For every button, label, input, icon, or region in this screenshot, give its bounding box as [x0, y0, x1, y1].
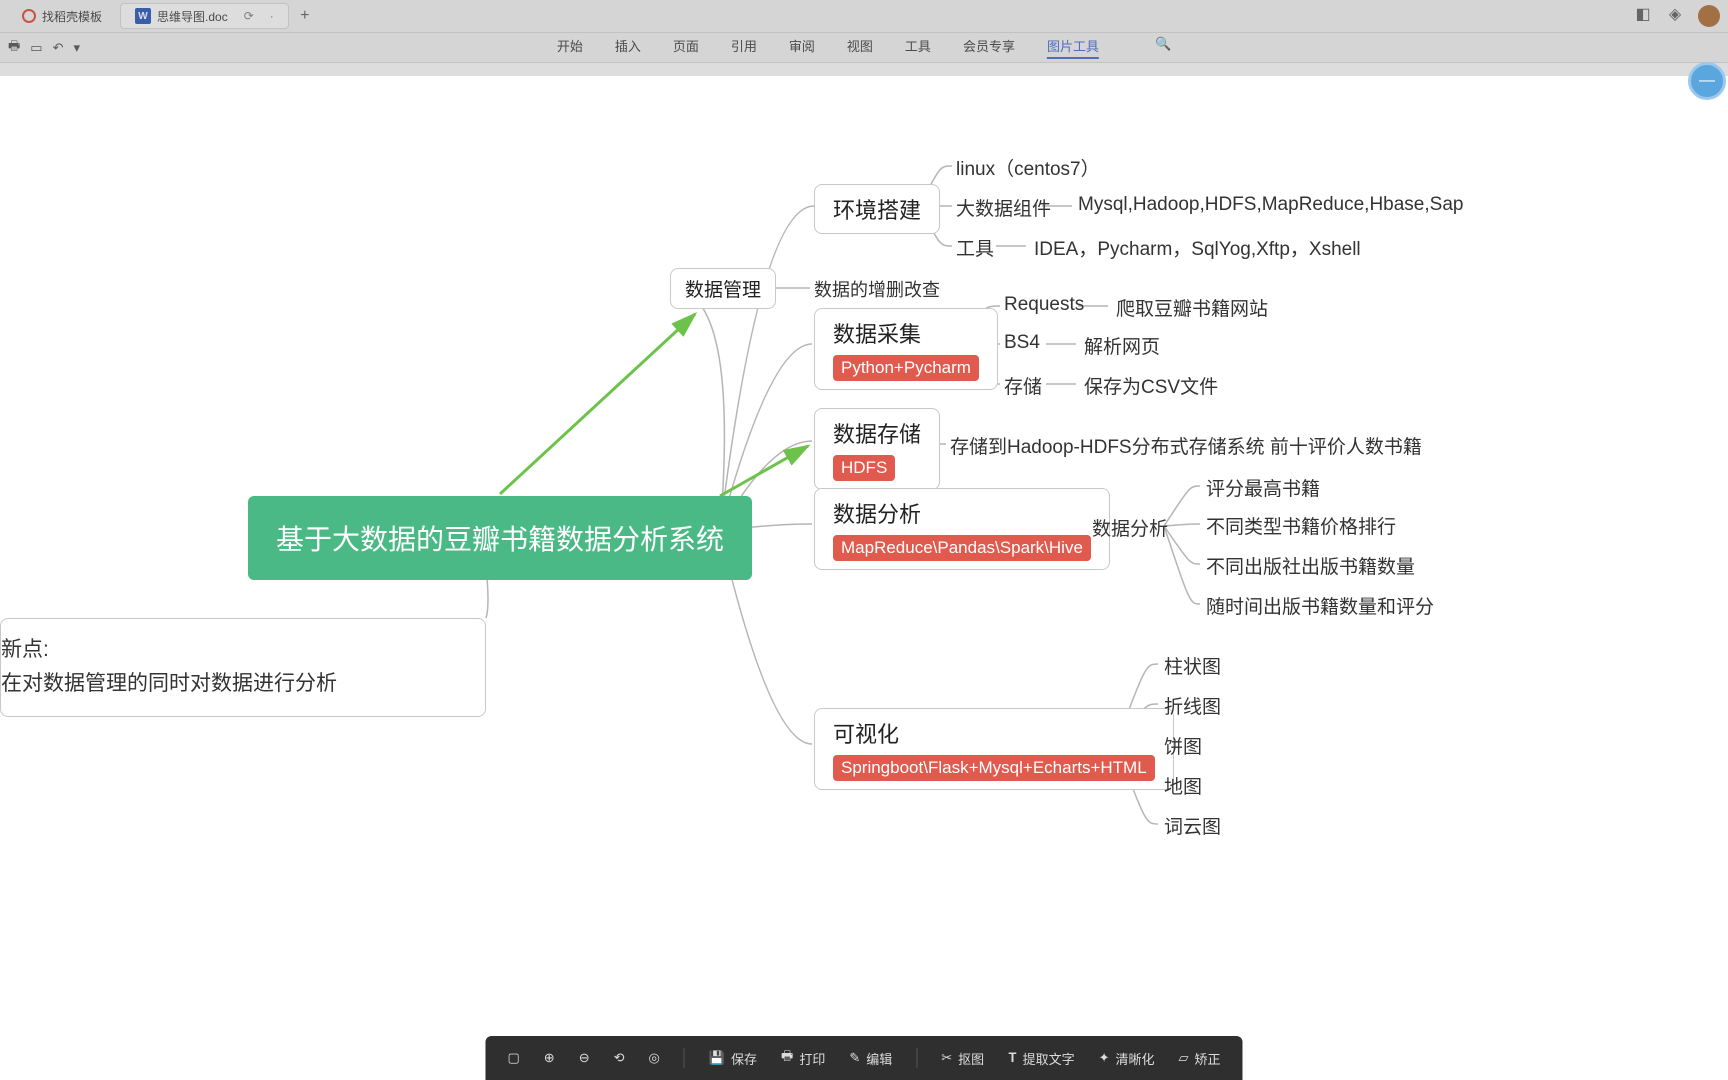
- leaf-req-val[interactable]: 爬取豆瓣书籍网站: [1116, 294, 1268, 321]
- menu-ref[interactable]: 引用: [731, 36, 757, 59]
- node-analysis[interactable]: 数据分析 MapReduce\Pandas\Spark\Hive: [814, 488, 1110, 570]
- mindmap-canvas[interactable]: 基于大数据的豆瓣书籍数据分析系统 新点: 在对数据管理的同时对数据进行分析 环境…: [0, 76, 1728, 1036]
- leaf-crud[interactable]: 数据的增删改查: [814, 276, 940, 302]
- enhance-button[interactable]: ✦ 清晰化: [1099, 1049, 1155, 1068]
- print-icon[interactable]: 🖶: [8, 37, 20, 59]
- save-button[interactable]: 💾 保存: [709, 1049, 757, 1068]
- innov-body: 在对数据管理的同时对数据进行分析: [1, 667, 463, 701]
- node-env-title: 环境搭建: [833, 198, 921, 223]
- badge-collect: Python+Pycharm: [833, 355, 979, 381]
- edit-button[interactable]: ✎ 编辑: [849, 1049, 892, 1068]
- badge-analysis: MapReduce\Pandas\Spark\Hive: [833, 535, 1091, 561]
- leaf-an-1[interactable]: 不同类型书籍价格排行: [1206, 512, 1396, 539]
- straighten-button[interactable]: ▱ 矫正: [1179, 1049, 1221, 1068]
- leaf-viz-4[interactable]: 词云图: [1164, 812, 1221, 839]
- innov-title: 新点:: [1, 633, 463, 667]
- close-icon[interactable]: ·: [270, 9, 274, 23]
- leaf-an-2[interactable]: 不同出版社出版书籍数量: [1206, 552, 1415, 579]
- cube-icon[interactable]: ◈: [1666, 5, 1684, 23]
- undo-icon[interactable]: ↶: [53, 40, 64, 56]
- tab-templates[interactable]: 找稻壳模板: [8, 3, 116, 29]
- node-env[interactable]: 环境搭建: [814, 184, 940, 234]
- panel-icon[interactable]: ◧: [1634, 5, 1652, 23]
- tabbar-right: ◧ ◈: [1634, 5, 1720, 27]
- menu-view[interactable]: 视图: [847, 36, 873, 59]
- menu-insert[interactable]: 插入: [615, 36, 641, 59]
- leaf-bs4-val[interactable]: 解析网页: [1084, 332, 1160, 359]
- float-button[interactable]: —: [1688, 62, 1726, 100]
- menu-image-tools[interactable]: 图片工具: [1047, 36, 1099, 59]
- tab-label: 找稻壳模板: [42, 8, 102, 25]
- leaf-req-label[interactable]: Requests: [1004, 294, 1084, 316]
- word-icon: W: [135, 8, 151, 24]
- leaf-bs4-label[interactable]: BS4: [1004, 332, 1040, 354]
- leaf-store-label[interactable]: 存储: [1004, 372, 1042, 399]
- node-mgmt[interactable]: 数据管理: [670, 268, 776, 309]
- badge-viz: Springboot\Flask+Mysql+Echarts+HTML: [833, 755, 1155, 781]
- root-node[interactable]: 基于大数据的豆瓣书籍数据分析系统: [248, 496, 752, 580]
- menu-review[interactable]: 审阅: [789, 36, 815, 59]
- print-button[interactable]: 🖶 打印: [781, 1047, 825, 1069]
- menu-vip[interactable]: 会员专享: [963, 36, 1015, 59]
- badge-storage: HDFS: [833, 455, 895, 481]
- leaf-an-0[interactable]: 评分最高书籍: [1206, 474, 1320, 501]
- zoom-out-button[interactable]: ⊖: [579, 1050, 590, 1066]
- separator: [916, 1048, 917, 1068]
- locate-button[interactable]: ◎: [649, 1050, 660, 1066]
- avatar[interactable]: [1698, 5, 1720, 27]
- menu-items: 开始 插入 页面 引用 审阅 视图 工具 会员专享 图片工具 🔍: [557, 36, 1171, 59]
- cutout-button[interactable]: ✂ 抠图: [941, 1049, 984, 1068]
- separator: [684, 1048, 685, 1068]
- rotate-button[interactable]: ⟲: [614, 1050, 625, 1066]
- leaf-bigdata-label[interactable]: 大数据组件: [956, 194, 1051, 221]
- leaf-tool-val[interactable]: IDEA，Pycharm，SqlYog,Xftp，Xshell: [1034, 234, 1361, 261]
- node-analysis-title: 数据分析: [833, 497, 1091, 529]
- node-storage[interactable]: 数据存储 HDFS: [814, 408, 940, 490]
- root-text: 基于大数据的豆瓣书籍数据分析系统: [276, 524, 724, 555]
- quick-tools: 🖶 ▭ ↶ ▾: [8, 37, 80, 59]
- leaf-viz-0[interactable]: 柱状图: [1164, 652, 1221, 679]
- zoom-in-button[interactable]: ⊕: [544, 1050, 555, 1066]
- menu-start[interactable]: 开始: [557, 36, 583, 59]
- template-icon: [22, 9, 36, 23]
- leaf-viz-1[interactable]: 折线图: [1164, 692, 1221, 719]
- leaf-linux[interactable]: linux（centos7）: [956, 154, 1100, 181]
- preview-icon[interactable]: ▭: [30, 40, 42, 56]
- node-viz[interactable]: 可视化 Springboot\Flask+Mysql+Echarts+HTML: [814, 708, 1174, 790]
- dropdown-icon[interactable]: ▾: [73, 40, 80, 56]
- search-icon[interactable]: 🔍: [1155, 36, 1171, 59]
- leaf-viz-2[interactable]: 饼图: [1164, 732, 1202, 759]
- add-tab-button[interactable]: +: [293, 4, 317, 28]
- node-collect[interactable]: 数据采集 Python+Pycharm: [814, 308, 998, 390]
- tab-document[interactable]: W 思维导图.doc ⟳ ·: [120, 3, 289, 29]
- node-collect-title: 数据采集: [833, 317, 979, 349]
- leaf-an-3[interactable]: 随时间出版书籍数量和评分: [1206, 592, 1434, 619]
- node-mgmt-title: 数据管理: [685, 280, 761, 301]
- bottom-toolbar: ▢ ⊕ ⊖ ⟲ ◎ 💾 保存 🖶 打印 ✎ 编辑 ✂ 抠图 𝐓 提取文字 ✦ 清…: [485, 1036, 1242, 1080]
- node-viz-title: 可视化: [833, 717, 1155, 749]
- ocr-button[interactable]: 𝐓 提取文字: [1008, 1049, 1074, 1068]
- leaf-analysis-sub[interactable]: 数据分析: [1092, 514, 1168, 541]
- menu-bar: 🖶 ▭ ↶ ▾ 开始 插入 页面 引用 审阅 视图 工具 会员专享 图片工具 🔍: [0, 33, 1728, 63]
- innovation-node[interactable]: 新点: 在对数据管理的同时对数据进行分析: [0, 618, 486, 717]
- node-storage-title: 数据存储: [833, 417, 921, 449]
- tab-label: 思维导图.doc: [157, 8, 228, 25]
- leaf-tool-label[interactable]: 工具: [956, 234, 994, 261]
- fit-button[interactable]: ▢: [507, 1050, 519, 1066]
- menu-page[interactable]: 页面: [673, 36, 699, 59]
- leaf-storage-val[interactable]: 存储到Hadoop-HDFS分布式存储系统 前十评价人数书籍: [950, 432, 1422, 459]
- leaf-store-val[interactable]: 保存为CSV文件: [1084, 372, 1218, 399]
- refresh-icon[interactable]: ⟳: [244, 9, 254, 23]
- leaf-viz-3[interactable]: 地图: [1164, 772, 1202, 799]
- tab-bar: 找稻壳模板 W 思维导图.doc ⟳ · + ◧ ◈: [0, 0, 1728, 33]
- menu-tools[interactable]: 工具: [905, 36, 931, 59]
- leaf-bigdata-val[interactable]: Mysql,Hadoop,HDFS,MapReduce,Hbase,Sap: [1078, 194, 1463, 216]
